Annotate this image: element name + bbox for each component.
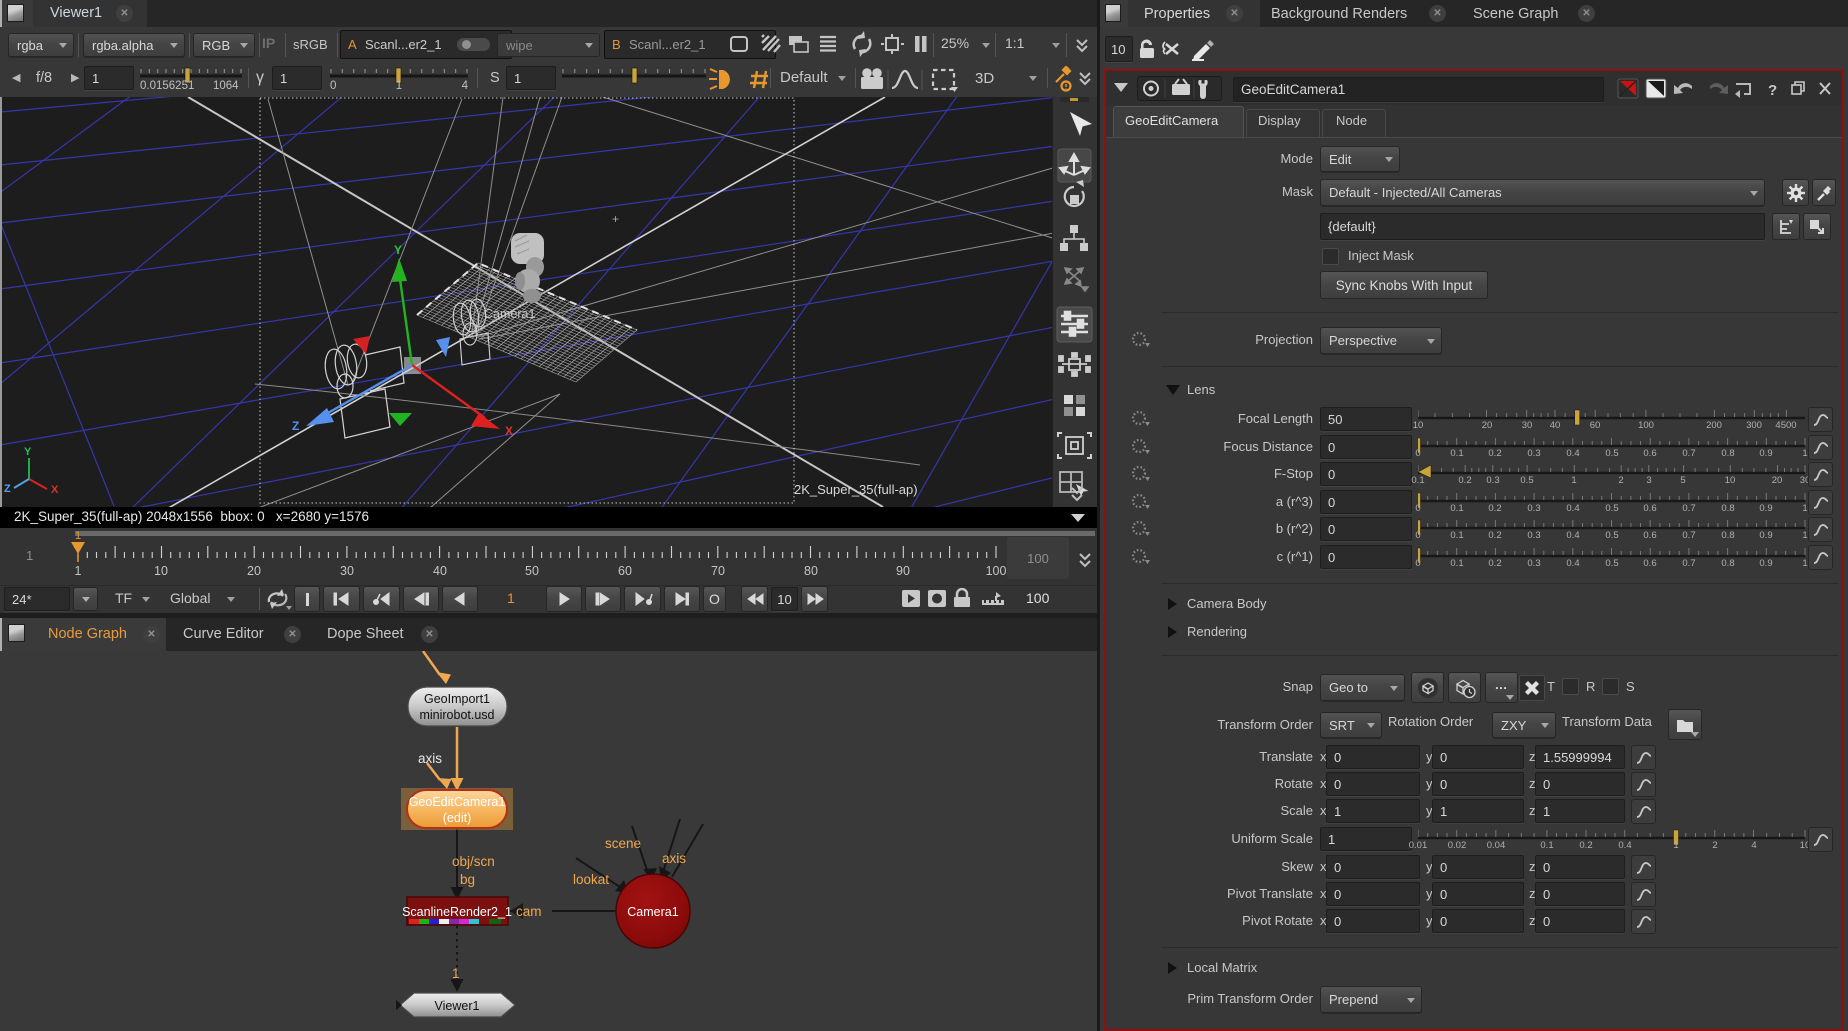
svg-text:Y: Y: [24, 446, 32, 458]
svg-text:axis: axis: [662, 851, 686, 866]
svg-text:bg: bg: [460, 872, 475, 887]
svg-text:Y: Y: [394, 243, 402, 257]
svg-text:2K_Super_35(full-ap): 2K_Super_35(full-ap): [794, 482, 918, 497]
svg-text:Camera1: Camera1: [484, 307, 535, 321]
svg-text:axis: axis: [418, 751, 442, 766]
svg-text:X: X: [51, 484, 59, 496]
svg-text:scene: scene: [605, 836, 641, 851]
svg-text:cam: cam: [516, 904, 542, 919]
svg-text:Viewer1: Viewer1: [435, 999, 480, 1013]
svg-text:minirobot.usd: minirobot.usd: [419, 708, 494, 722]
svg-text:+: +: [612, 212, 619, 226]
svg-text:Camera1: Camera1: [627, 905, 678, 919]
svg-text:1: 1: [452, 966, 460, 981]
svg-text:1: 1: [75, 530, 81, 542]
svg-text:X: X: [505, 424, 513, 438]
svg-text:GeoImport1: GeoImport1: [424, 692, 490, 706]
svg-text:?: ?: [1768, 82, 1777, 99]
svg-text:obj/scn: obj/scn: [452, 854, 495, 869]
svg-text:Z: Z: [4, 483, 11, 495]
svg-text:lookat: lookat: [573, 872, 609, 887]
svg-text:ScanlineRender2_1: ScanlineRender2_1: [402, 905, 512, 919]
svg-text:GeoEditCamera1: GeoEditCamera1: [409, 795, 506, 809]
svg-text:Z: Z: [292, 419, 299, 433]
svg-text:(edit): (edit): [443, 811, 471, 825]
